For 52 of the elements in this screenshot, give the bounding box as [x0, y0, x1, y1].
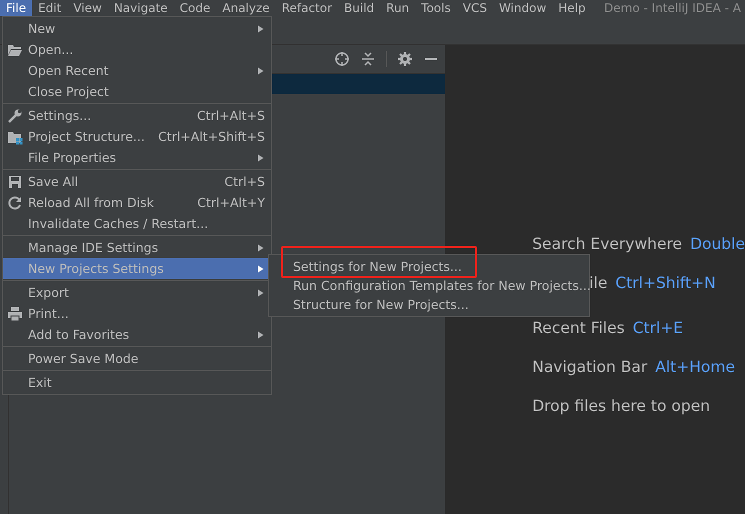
shortcut-label: Ctrl+E — [632, 318, 684, 336]
menu-bar-item[interactable]: Code — [174, 0, 216, 16]
window-title: Demo - IntelliJ IDEA - A — [604, 1, 741, 15]
menu-item[interactable]: Export — [3, 282, 271, 303]
menu-bar-item[interactable]: View — [67, 0, 108, 16]
menu-item[interactable]: Run Configuration Templates for New Projects... — [269, 276, 589, 295]
locate-icon[interactable] — [334, 51, 350, 67]
hint-text: ile — [589, 274, 608, 292]
hint-text: Search Everywhere — [532, 234, 682, 252]
menu-item[interactable]: Exit — [3, 372, 271, 393]
menu-bar-item[interactable]: Tools — [415, 0, 457, 16]
hint-text: Recent Files — [532, 318, 625, 336]
menu-item[interactable]: Manage IDE Settings — [3, 237, 271, 258]
menu-bar-item[interactable]: Navigate — [108, 0, 174, 16]
menu-item[interactable]: Project Structure... Ctrl+Alt+Shift+S — [3, 126, 271, 147]
menu-bar-item[interactable]: File — [0, 0, 32, 16]
menu-item[interactable]: Print... — [3, 303, 271, 324]
menu-item[interactable]: Save All Ctrl+S — [3, 171, 271, 192]
menu-bar-item[interactable]: VCS — [456, 0, 493, 16]
collapse-icon[interactable] — [360, 51, 376, 67]
menu-bar-item[interactable]: Edit — [32, 0, 68, 16]
refresh-icon — [7, 194, 23, 210]
menu-item[interactable]: Power Save Mode — [3, 348, 271, 369]
shortcut-label: Ctrl+Alt+S — [196, 108, 265, 123]
menu-item[interactable]: Reload All from Disk Ctrl+Alt+Y — [3, 192, 271, 213]
menu-item[interactable]: Add to Favorites — [3, 324, 271, 345]
settings-icon[interactable] — [397, 51, 414, 67]
shortcut-label: Double — [690, 234, 745, 252]
menu-item[interactable]: New — [3, 18, 271, 39]
shortcut-label: Ctrl+Alt+Y — [197, 195, 265, 210]
menu-item[interactable]: Open... — [3, 39, 271, 60]
menu-item[interactable]: Open Recent — [3, 60, 271, 81]
shortcut-label: Ctrl+Alt+Shift+S — [158, 129, 265, 144]
shortcut-label: Ctrl+Shift+N — [615, 274, 716, 292]
menu-bar-item[interactable]: Window — [492, 0, 552, 16]
shortcut-label: Alt+Home — [655, 358, 736, 376]
hint-text: Navigation Bar — [532, 358, 648, 376]
menu-item[interactable]: Structure for New Projects... — [269, 295, 589, 314]
menu-item[interactable]: Close Project — [3, 81, 271, 102]
printer-icon — [7, 306, 23, 322]
shortcut-label: Ctrl+S — [224, 174, 265, 189]
menu-bar-item[interactable]: Refactor — [276, 0, 338, 16]
save-icon — [7, 174, 23, 190]
menu-item[interactable]: Invalidate Caches / Restart... — [3, 213, 271, 234]
hint-text: Drop files here to open — [532, 396, 710, 414]
menu-bar-item[interactable]: Build — [338, 0, 380, 16]
menu-item[interactable]: Settings... Ctrl+Alt+S — [3, 105, 271, 126]
menu-item[interactable]: File Properties — [3, 147, 271, 168]
menu-bar-item[interactable]: Help — [552, 0, 592, 16]
menu-bar-item[interactable]: Run — [380, 0, 416, 16]
menu-bar-item[interactable]: Analyze — [216, 0, 276, 16]
wrench-icon — [7, 108, 23, 124]
